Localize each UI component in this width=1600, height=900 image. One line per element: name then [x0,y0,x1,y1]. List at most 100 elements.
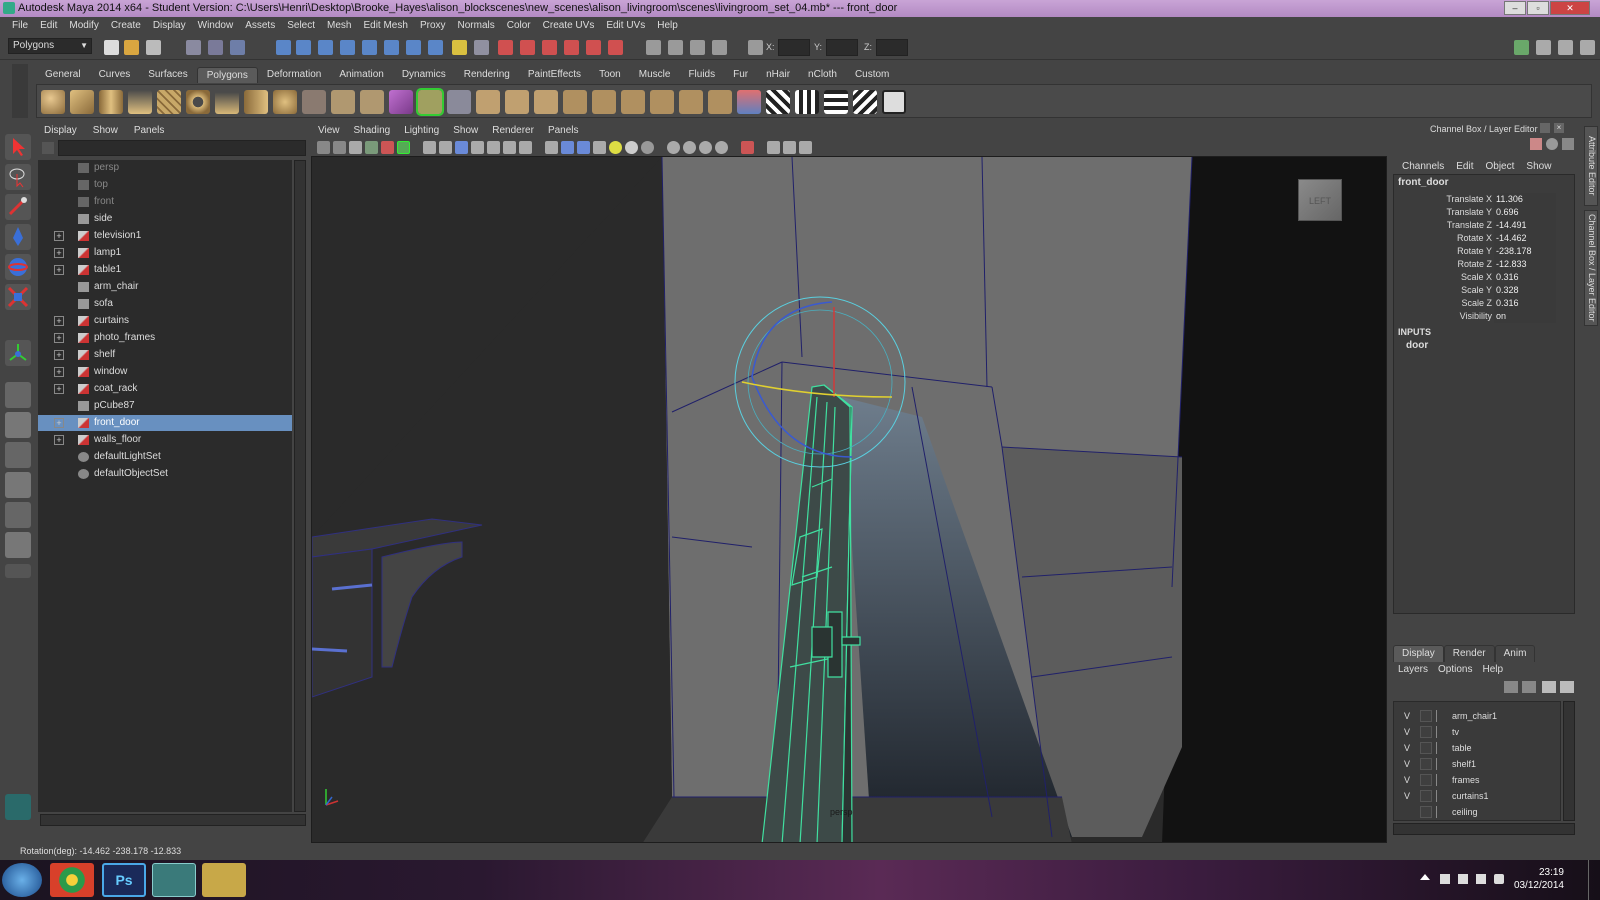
layer-color-swatch[interactable] [1436,758,1448,770]
attr-rotate-z[interactable]: Rotate Z -12.833 [1394,258,1574,271]
layer-row[interactable]: Vtable [1394,740,1560,756]
expand-icon[interactable]: + [54,265,64,275]
menu-edit-uvs[interactable]: Edit UVs [600,17,651,34]
layer-row[interactable]: Vcurtains1 [1394,788,1560,804]
float-panel-icon[interactable] [1540,123,1550,133]
menu-create[interactable]: Create [105,17,147,34]
expand-icon[interactable]: + [54,333,64,343]
snap-curve-icon[interactable] [296,40,311,55]
scale-tool-icon[interactable] [5,284,31,310]
construction-icon[interactable] [406,40,421,55]
motion-blur-icon[interactable] [683,141,696,154]
rotate-tool-icon[interactable] [5,254,31,280]
outliner-item-default-object-set[interactable]: defaultObjectSet [38,466,292,482]
expand-icon[interactable]: + [54,384,64,394]
tab-custom[interactable]: Custom [846,67,898,83]
tab-display-layers[interactable]: Display [1393,645,1444,662]
outliner-item-pcube87[interactable]: pCube87 [38,398,292,414]
volume-icon[interactable] [1494,874,1504,884]
move-layer-up-icon[interactable] [1504,681,1518,693]
merge-vertices-icon[interactable] [650,90,674,114]
menu-display[interactable]: Display [147,17,192,34]
poke-icon[interactable] [708,90,732,114]
wireframe-icon[interactable] [545,141,558,154]
use-all-lights-icon[interactable] [609,141,622,154]
shelf-menu-handle[interactable] [12,64,28,118]
expand-icon[interactable]: + [54,435,64,445]
outliner-menu-display[interactable]: Display [38,122,87,139]
network-icon[interactable] [1476,874,1486,884]
toggle-attribute-editor-icon[interactable] [1514,40,1529,55]
tab-toon[interactable]: Toon [590,67,630,83]
select-tool-icon[interactable] [5,134,31,160]
outliner-item-side[interactable]: side [38,211,292,227]
layer-color-swatch[interactable] [1436,790,1448,802]
ipr-render-icon[interactable] [520,40,535,55]
single-perspective-layout-icon[interactable] [5,382,31,408]
split-polygon-icon[interactable] [563,90,587,114]
xray-icon[interactable] [767,141,780,154]
attr-scale-z[interactable]: Scale Z 0.316 [1394,297,1574,310]
tab-deformation[interactable]: Deformation [258,67,330,83]
combine-icon[interactable] [302,90,326,114]
layer-playback-toggle[interactable] [1420,758,1432,770]
outliner-item-photo-frames[interactable]: + photo_frames [38,330,292,346]
xray-components-icon[interactable] [799,141,812,154]
attr-scale-x[interactable]: Scale X 0.316 [1394,271,1574,284]
graph-editor-layout-icon[interactable] [5,532,31,558]
image-plane-icon[interactable] [365,141,378,154]
outliner-item-top[interactable]: top [38,177,292,193]
extract-icon[interactable] [360,90,384,114]
channel-box-menu-object[interactable]: Object [1480,160,1521,174]
input-node-door[interactable]: door [1406,340,1428,351]
tab-curves[interactable]: Curves [90,67,140,83]
layer-list-scrollbar[interactable] [1563,701,1575,821]
maya-taskbar-icon[interactable] [152,863,196,897]
move-tool-icon[interactable] [5,224,31,250]
layer-playback-toggle[interactable] [1420,774,1432,786]
outliner-horizontal-scrollbar[interactable] [40,814,306,826]
new-layer-icon[interactable] [1542,681,1556,693]
paint-select-tool-icon[interactable] [5,194,31,220]
layer-row[interactable]: Vshelf1 [1394,756,1560,772]
photoshop-taskbar-icon[interactable]: Ps [102,863,146,897]
insert-edge-loop-icon[interactable] [592,90,616,114]
close-panel-icon[interactable]: × [1554,123,1564,133]
layer-row[interactable]: ceiling [1394,804,1560,820]
more-layouts-icon[interactable] [5,564,31,578]
poly-cube-icon[interactable] [70,90,94,114]
lock-icon[interactable] [452,40,467,55]
view-cube[interactable]: LEFT [1298,179,1342,221]
tab-ncloth[interactable]: nCloth [799,67,846,83]
layer-playback-toggle[interactable] [1420,790,1432,802]
show-hidden-icons-icon[interactable] [1420,874,1430,880]
render-frame-icon[interactable] [498,40,513,55]
layer-playback-toggle[interactable] [1420,726,1432,738]
xray-joints-icon[interactable] [783,141,796,154]
multisample-icon[interactable] [699,141,712,154]
safe-title-icon[interactable] [519,141,532,154]
outliner-item-lamp1[interactable]: + lamp1 [38,245,292,261]
save-scene-icon[interactable] [146,40,161,55]
automatic-map-icon[interactable] [853,90,877,114]
expand-icon[interactable]: + [54,248,64,258]
grid-icon[interactable] [423,141,436,154]
tab-attribute-editor[interactable]: Attribute Editor [1584,126,1598,206]
tab-general[interactable]: General [36,67,90,83]
tab-rendering[interactable]: Rendering [455,67,519,83]
persp-graph-layout-icon[interactable] [5,472,31,498]
menu-file[interactable]: File [6,17,34,34]
x-field[interactable] [778,39,810,56]
outliner-item-table1[interactable]: + table1 [38,262,292,278]
viewport-menu-shading[interactable]: Shading [347,122,398,139]
expand-icon[interactable]: + [54,350,64,360]
channel-tools-icon[interactable] [1562,138,1574,150]
perspective-viewport[interactable]: LEFT persp [311,156,1387,843]
camera-attributes-icon[interactable] [333,141,346,154]
tab-dynamics[interactable]: Dynamics [393,67,455,83]
input-line-icon[interactable] [646,40,661,55]
start-button[interactable] [2,863,42,897]
show-desktop-button[interactable] [1588,860,1600,900]
layer-color-swatch[interactable] [1436,726,1448,738]
isolate-select-icon[interactable] [741,141,754,154]
